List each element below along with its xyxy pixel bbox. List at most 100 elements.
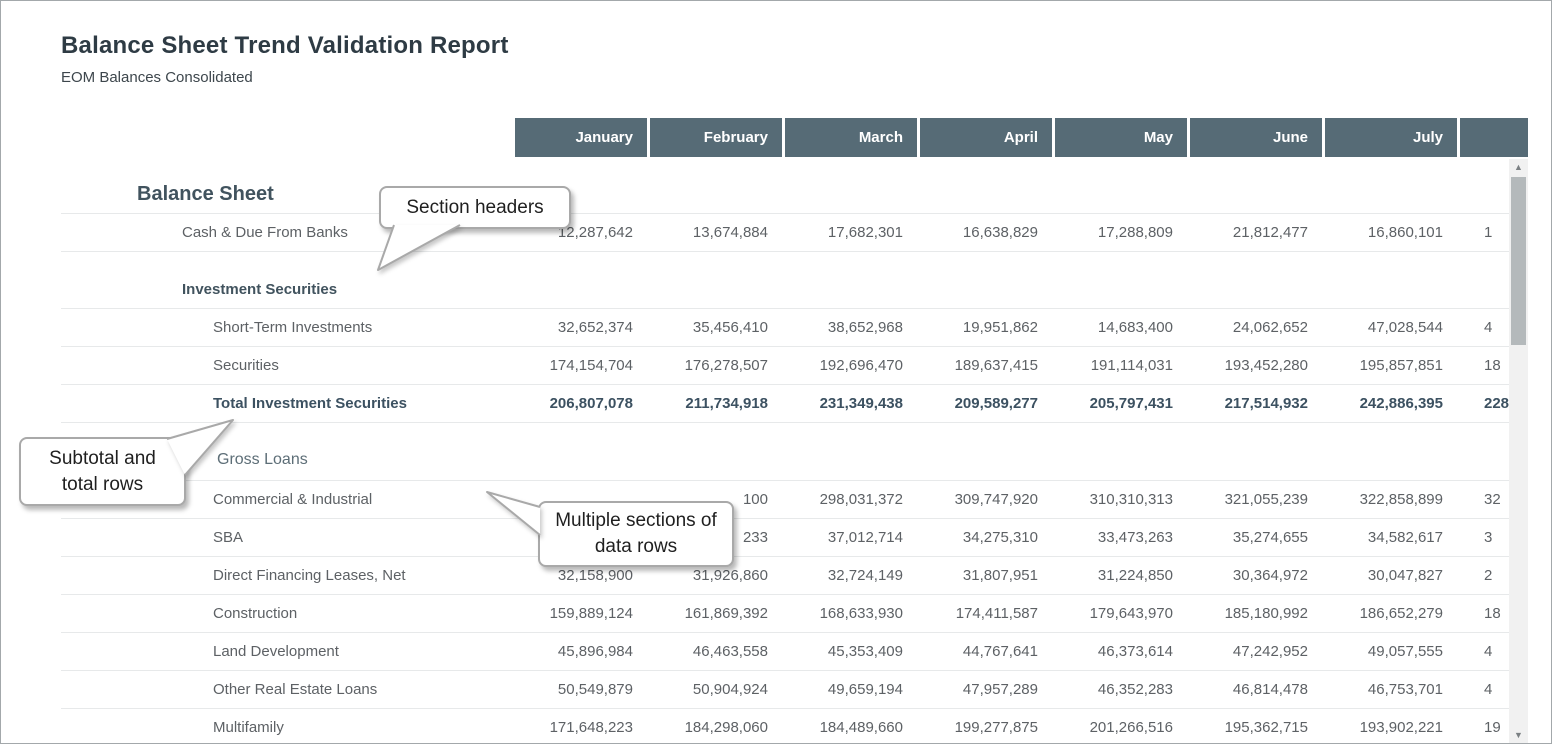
cell-value: 45,896,984 bbox=[512, 643, 647, 660]
cell-value: 46,352,283 bbox=[1052, 681, 1187, 698]
cell-value: 205,797,431 bbox=[1052, 395, 1187, 412]
cell-value: 37,012,714 bbox=[782, 529, 917, 546]
table-body: Balance SheetCash & Due From Banks12,287… bbox=[61, 176, 1528, 744]
column-header-row: JanuaryFebruaryMarchAprilMayJuneJuly bbox=[61, 118, 1528, 157]
cell-value: 21,812,477 bbox=[1187, 224, 1322, 241]
column-header-month: March bbox=[782, 118, 917, 157]
row-label: Total Investment Securities bbox=[61, 395, 512, 412]
table-row: Direct Financing Leases, Net32,158,90031… bbox=[61, 557, 1528, 595]
cell-value: 206,807,078 bbox=[512, 395, 647, 412]
page-title: Balance Sheet Trend Validation Report bbox=[61, 32, 509, 60]
row-label: Land Development bbox=[61, 643, 512, 660]
column-header-month: May bbox=[1052, 118, 1187, 157]
callout-subtotal-total-rows: Subtotal and total rows bbox=[19, 437, 186, 506]
table-row: Cash & Due From Banks12,287,64213,674,88… bbox=[61, 214, 1528, 252]
cell-value: 16,638,829 bbox=[917, 224, 1052, 241]
cell-value: 193,902,221 bbox=[1322, 719, 1457, 736]
column-header-month: February bbox=[647, 118, 782, 157]
scroll-up-icon[interactable]: ▲ bbox=[1509, 159, 1528, 176]
row-label: Multifamily bbox=[61, 719, 512, 736]
row-label: Direct Financing Leases, Net bbox=[61, 567, 512, 584]
table-row: Other Real Estate Loans50,549,87950,904,… bbox=[61, 671, 1528, 709]
table-row: Short-Term Investments32,652,37435,456,4… bbox=[61, 309, 1528, 347]
table-row: Commercial & Industrial100298,031,372309… bbox=[61, 481, 1528, 519]
page-subtitle: EOM Balances Consolidated bbox=[61, 69, 253, 86]
cell-value: 168,633,930 bbox=[782, 605, 917, 622]
cell-value: 174,154,704 bbox=[512, 357, 647, 374]
row-label: Other Real Estate Loans bbox=[61, 681, 512, 698]
cell-value: 179,643,970 bbox=[1052, 605, 1187, 622]
cell-value: 32,652,374 bbox=[512, 319, 647, 336]
cell-value: 30,364,972 bbox=[1187, 567, 1322, 584]
cell-value: 14,683,400 bbox=[1052, 319, 1187, 336]
cell-value: 174,411,587 bbox=[917, 605, 1052, 622]
cell-value: 242,886,395 bbox=[1322, 395, 1457, 412]
report-window: Balance Sheet Trend Validation Report EO… bbox=[0, 0, 1552, 744]
cell-value: 195,362,715 bbox=[1187, 719, 1322, 736]
cell-value: 34,275,310 bbox=[917, 529, 1052, 546]
balance-sheet-table: JanuaryFebruaryMarchAprilMayJuneJuly Bal… bbox=[61, 118, 1528, 744]
cell-value: 321,055,239 bbox=[1187, 491, 1322, 508]
table-row: SBA23337,012,71434,275,31033,473,26335,2… bbox=[61, 519, 1528, 557]
table-row: Securities174,154,704176,278,507192,696,… bbox=[61, 347, 1528, 385]
row-label: Construction bbox=[61, 605, 512, 622]
cell-value: 47,028,544 bbox=[1322, 319, 1457, 336]
scroll-down-icon[interactable]: ▼ bbox=[1509, 727, 1528, 744]
table-row: Gross Loans bbox=[61, 423, 1528, 481]
cell-value: 298,031,372 bbox=[782, 491, 917, 508]
cell-value: 17,288,809 bbox=[1052, 224, 1187, 241]
cell-value: 35,274,655 bbox=[1187, 529, 1322, 546]
cell-value: 211,734,918 bbox=[647, 395, 782, 412]
callout-section-headers: Section headers bbox=[379, 186, 571, 229]
cell-value: 176,278,507 bbox=[647, 357, 782, 374]
cell-value: 192,696,470 bbox=[782, 357, 917, 374]
cell-value: 161,869,392 bbox=[647, 605, 782, 622]
cell-value: 34,582,617 bbox=[1322, 529, 1457, 546]
row-label: Short-Term Investments bbox=[61, 319, 512, 336]
scrollbar-thumb[interactable] bbox=[1511, 177, 1526, 345]
callout-multiple-sections: Multiple sections of data rows bbox=[538, 501, 734, 567]
cell-value: 32,724,149 bbox=[782, 567, 917, 584]
cell-value: 310,310,313 bbox=[1052, 491, 1187, 508]
cell-value: 209,589,277 bbox=[917, 395, 1052, 412]
row-label-column-spacer bbox=[61, 118, 512, 157]
cell-value: 46,814,478 bbox=[1187, 681, 1322, 698]
cell-value: 13,674,884 bbox=[647, 224, 782, 241]
cell-value: 49,057,555 bbox=[1322, 643, 1457, 660]
cell-value: 217,514,932 bbox=[1187, 395, 1322, 412]
table-row: Total Investment Securities206,807,07821… bbox=[61, 385, 1528, 423]
cell-value: 16,860,101 bbox=[1322, 224, 1457, 241]
table-row: Construction159,889,124161,869,392168,63… bbox=[61, 595, 1528, 633]
cell-value: 195,857,851 bbox=[1322, 357, 1457, 374]
cell-value: 191,114,031 bbox=[1052, 357, 1187, 374]
row-label: Investment Securities bbox=[61, 281, 512, 308]
cell-value: 171,648,223 bbox=[512, 719, 647, 736]
cell-value: 231,349,438 bbox=[782, 395, 917, 412]
cell-value: 199,277,875 bbox=[917, 719, 1052, 736]
cell-value: 47,242,952 bbox=[1187, 643, 1322, 660]
column-header-month-clipped bbox=[1457, 118, 1528, 157]
cell-value: 184,489,660 bbox=[782, 719, 917, 736]
vertical-scrollbar[interactable]: ▲ ▼ bbox=[1509, 159, 1528, 744]
cell-value: 309,747,920 bbox=[917, 491, 1052, 508]
cell-value: 49,659,194 bbox=[782, 681, 917, 698]
cell-value: 186,652,279 bbox=[1322, 605, 1457, 622]
table-row: Multifamily171,648,223184,298,060184,489… bbox=[61, 709, 1528, 744]
cell-value: 33,473,263 bbox=[1052, 529, 1187, 546]
cell-value: 45,353,409 bbox=[782, 643, 917, 660]
cell-value: 17,682,301 bbox=[782, 224, 917, 241]
cell-value: 46,373,614 bbox=[1052, 643, 1187, 660]
cell-value: 322,858,899 bbox=[1322, 491, 1457, 508]
row-label: Securities bbox=[61, 357, 512, 374]
cell-value: 201,266,516 bbox=[1052, 719, 1187, 736]
cell-value: 46,753,701 bbox=[1322, 681, 1457, 698]
cell-value: 189,637,415 bbox=[917, 357, 1052, 374]
cell-value: 31,224,850 bbox=[1052, 567, 1187, 584]
column-header-month: January bbox=[512, 118, 647, 157]
column-header-month: June bbox=[1187, 118, 1322, 157]
table-row: Land Development45,896,98446,463,55845,3… bbox=[61, 633, 1528, 671]
column-header-month: April bbox=[917, 118, 1052, 157]
cell-value: 31,926,860 bbox=[647, 567, 782, 584]
cell-value: 32,158,900 bbox=[512, 567, 647, 584]
cell-value: 184,298,060 bbox=[647, 719, 782, 736]
